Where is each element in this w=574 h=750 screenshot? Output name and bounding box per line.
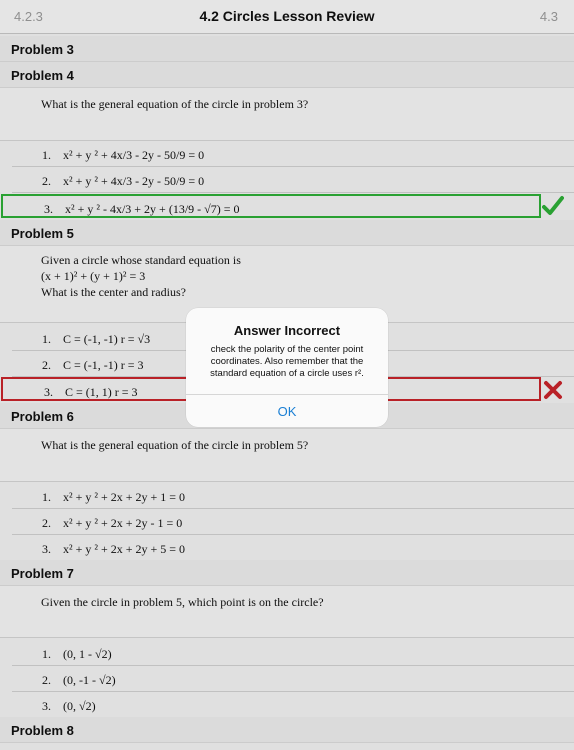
alert-title: Answer Incorrect (233, 323, 341, 338)
alert-message: check the polarity of the center point c… (210, 344, 364, 379)
answer-alert-dialog: Answer Incorrect check the polarity of t… (186, 308, 388, 427)
ok-button[interactable]: OK (186, 395, 388, 427)
